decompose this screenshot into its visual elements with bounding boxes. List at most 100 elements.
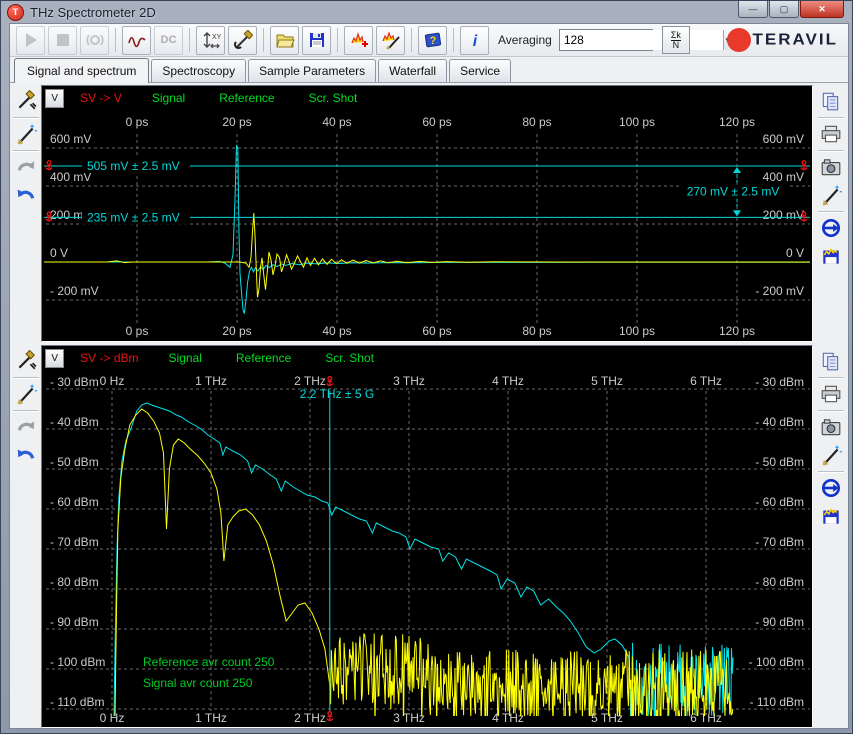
averaging-input[interactable] — [560, 30, 723, 50]
conversion-mode-label[interactable]: SV -> V — [80, 91, 122, 105]
top-plot-right-tools — [813, 85, 848, 342]
title-bar[interactable]: T THz Spectrometer 2D —▢✕ — [1, 1, 852, 23]
legend-item-scr-shot[interactable]: Scr. Shot — [325, 351, 374, 365]
tab-waterfall[interactable]: Waterfall — [378, 59, 447, 82]
tool-separator — [818, 150, 844, 151]
svg-text:2.2 THz ± 5 G: 2.2 THz ± 5 G — [300, 387, 374, 401]
tab-spectroscopy[interactable]: Spectroscopy — [151, 59, 246, 82]
tool-separator — [13, 410, 39, 411]
minimize-button[interactable]: — — [738, 1, 768, 18]
clear-plot-button[interactable] — [817, 181, 845, 209]
top-plot-left-tools — [10, 85, 41, 342]
svg-text:4 THz: 4 THz — [492, 711, 524, 725]
export-button[interactable] — [817, 474, 845, 502]
maximize-button[interactable]: ▢ — [769, 1, 799, 18]
unit-button[interactable]: V — [45, 89, 64, 108]
averaging-combobox[interactable]: ▼ — [559, 29, 653, 51]
app-icon: T — [7, 4, 24, 21]
export-button[interactable] — [817, 214, 845, 242]
svg-text:2 THz: 2 THz — [294, 374, 326, 388]
svg-text:- 100 dBm: - 100 dBm — [50, 655, 105, 669]
info-icon: i — [465, 30, 485, 50]
clear-plot-icon — [15, 383, 37, 405]
tab-signal-and-spectrum[interactable]: Signal and spectrum — [14, 58, 149, 83]
redo-button[interactable] — [12, 153, 40, 181]
legend-item-signal[interactable]: Signal — [169, 351, 202, 365]
axis-settings-button[interactable] — [12, 347, 40, 375]
open-file-button[interactable] — [270, 26, 299, 55]
spectrum-chart[interactable]: 0 Hz0 Hz1 THz1 THz2 THz2 THz3 THz3 THz4 … — [42, 370, 812, 727]
save-file-button[interactable] — [302, 26, 331, 55]
legend-item-scr-shot[interactable]: Scr. Shot — [309, 91, 358, 105]
snapshot-icon — [820, 416, 842, 438]
toolbar-separator — [411, 28, 412, 52]
time-domain-chart[interactable]: 0 ps0 ps20 ps20 ps40 ps40 ps60 ps60 ps80… — [42, 110, 812, 341]
svg-text:- 100 dBm: - 100 dBm — [749, 655, 804, 669]
svg-text:505 mV ± 2.5 mV: 505 mV ± 2.5 mV — [87, 159, 180, 173]
snapshot-icon — [820, 156, 842, 178]
svg-text:- 70 dBm: - 70 dBm — [50, 535, 99, 549]
close-button[interactable]: ✕ — [800, 1, 844, 18]
autoscale-xy-button[interactable]: XY — [196, 26, 225, 55]
print-button[interactable] — [817, 120, 845, 148]
svg-text:- 70 dBm: - 70 dBm — [755, 535, 804, 549]
add-measurement-button[interactable] — [344, 26, 373, 55]
sum-average-button[interactable]: Σk N — [662, 26, 690, 54]
legend-item-reference[interactable]: Reference — [219, 91, 274, 105]
svg-text:0 ps: 0 ps — [126, 115, 149, 129]
copy-button[interactable] — [817, 87, 845, 115]
stop-button — [48, 26, 77, 55]
help-button[interactable]: ? — [418, 26, 447, 55]
legend-item-reference[interactable]: Reference — [236, 351, 291, 365]
window-controls: —▢✕ — [737, 1, 844, 18]
legend-item-signal[interactable]: Signal — [152, 91, 185, 105]
book-icon: ? — [423, 30, 443, 50]
svg-text:40 ps: 40 ps — [322, 324, 351, 338]
bottom-plot-left-tools — [10, 345, 41, 728]
svg-text:- 200 mV: - 200 mV — [50, 284, 99, 298]
redo-button[interactable] — [12, 413, 40, 441]
undo-button[interactable] — [12, 181, 40, 209]
svg-text:- 40 dBm: - 40 dBm — [755, 415, 804, 429]
svg-text:- 40 dBm: - 40 dBm — [50, 415, 99, 429]
snapshot-button[interactable] — [817, 153, 845, 181]
setup-tools-button[interactable] — [228, 26, 257, 55]
svg-text:- 60 dBm: - 60 dBm — [755, 495, 804, 509]
tools-icon — [233, 30, 253, 50]
save-data-button[interactable] — [817, 502, 845, 530]
toolbar-separator — [115, 28, 116, 52]
clear-plot-button[interactable] — [12, 120, 40, 148]
save-icon — [307, 30, 327, 50]
brand-logo: TERAVIL — [727, 28, 838, 52]
averaging-label: Averaging — [498, 33, 552, 47]
copy-button[interactable] — [817, 347, 845, 375]
clear-plot-button[interactable] — [817, 441, 845, 469]
tab-service[interactable]: Service — [449, 59, 511, 82]
toolbar-separator — [189, 28, 190, 52]
info-button[interactable]: i — [460, 26, 489, 55]
tool-separator — [13, 117, 39, 118]
sum-icon: Σk N — [671, 31, 682, 50]
svg-text:2 THz: 2 THz — [294, 711, 326, 725]
tab-sample-parameters[interactable]: Sample Parameters — [248, 59, 376, 82]
svg-text:600 mV: 600 mV — [50, 132, 91, 146]
svg-text:1 THz: 1 THz — [195, 374, 227, 388]
svg-text:0 V: 0 V — [50, 246, 68, 260]
export-icon — [820, 477, 842, 499]
undo-button[interactable] — [12, 441, 40, 469]
redo-icon — [15, 156, 37, 178]
unit-button[interactable]: V — [45, 349, 64, 368]
snapshot-button[interactable] — [817, 413, 845, 441]
save-data-button[interactable] — [817, 242, 845, 270]
conversion-mode-label[interactable]: SV -> dBm — [80, 351, 138, 365]
svg-text:- 50 dBm: - 50 dBm — [50, 455, 99, 469]
signal-waveform-button[interactable] — [122, 26, 151, 55]
svg-text:235 mV ± 2.5 mV: 235 mV ± 2.5 mV — [87, 210, 180, 224]
toolbar-separator — [263, 28, 264, 52]
clear-measurement-button[interactable] — [376, 26, 405, 55]
svg-text:XY: XY — [212, 34, 221, 41]
print-button[interactable] — [817, 380, 845, 408]
clear-plot-button[interactable] — [12, 380, 40, 408]
svg-text:60 ps: 60 ps — [422, 115, 451, 129]
axis-settings-button[interactable] — [12, 87, 40, 115]
